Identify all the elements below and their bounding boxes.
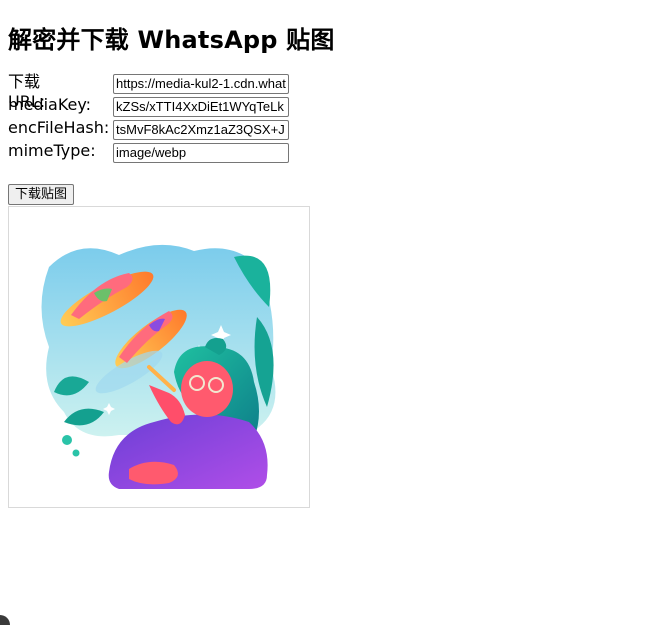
woman-face-icon [181, 361, 233, 417]
dot-small-icon [72, 449, 80, 457]
enc-file-hash-label: encFileHash: [8, 118, 110, 137]
dot-icon [62, 435, 72, 445]
page-title: 解密并下载 WhatsApp 贴图 [8, 26, 335, 54]
download-sticker-button[interactable]: 下载贴图 [8, 184, 75, 205]
window-corner [0, 615, 10, 625]
enc-file-hash-input[interactable] [113, 120, 289, 140]
mime-type-input[interactable] [113, 143, 289, 163]
media-key-label: mediaKey: [8, 95, 92, 114]
media-key-input[interactable] [113, 97, 289, 117]
mime-type-label: mimeType: [8, 141, 96, 160]
download-url-input[interactable] [113, 74, 289, 94]
sticker-illustration [41, 244, 276, 489]
sticker-image [8, 206, 310, 508]
